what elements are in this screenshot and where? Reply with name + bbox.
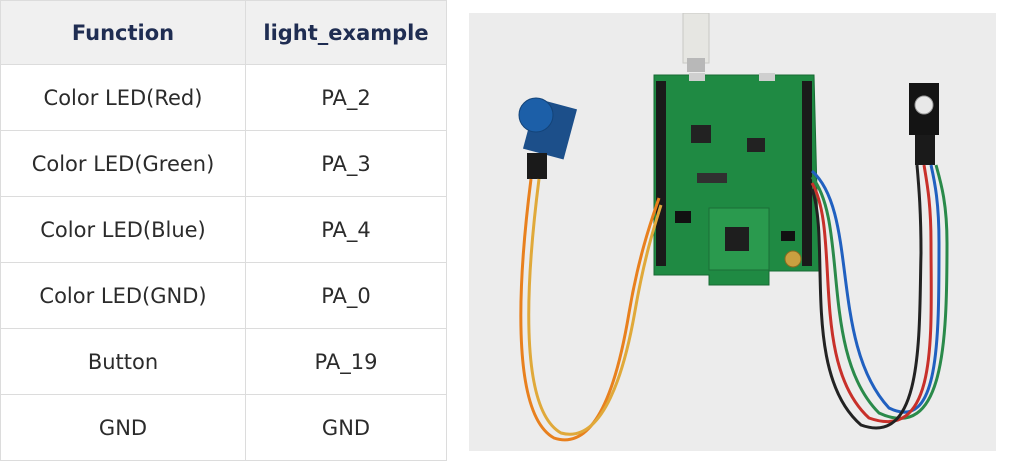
wire-orange xyxy=(519,178,661,442)
button-connector xyxy=(527,153,547,179)
wiring-photo xyxy=(469,13,996,451)
chip xyxy=(697,173,727,183)
pin-cell: PA_0 xyxy=(245,262,447,329)
jumper xyxy=(675,211,691,223)
rf-chip xyxy=(725,227,749,251)
rgb-led-module xyxy=(909,83,939,165)
function-cell: Color LED(GND) xyxy=(0,262,246,329)
function-cell: Color LED(Green) xyxy=(0,130,246,197)
pin-header-right xyxy=(802,81,812,266)
button-cap xyxy=(518,97,554,133)
function-cell: Color LED(Blue) xyxy=(0,196,246,263)
rgb-led-icon xyxy=(914,95,934,115)
function-cell: Button xyxy=(0,328,246,395)
wiring-illustration xyxy=(518,13,949,442)
pin-cell: PA_4 xyxy=(245,196,447,263)
table-row: Color LED(Green) PA_3 xyxy=(0,130,447,197)
chip xyxy=(691,125,711,143)
usb-plug xyxy=(687,58,705,72)
function-cell: GND xyxy=(0,394,246,461)
usb-cable xyxy=(682,13,710,64)
pin-cell: PA_2 xyxy=(245,64,447,131)
column-header-light-example: light_example xyxy=(245,0,447,65)
pin-cell: PA_3 xyxy=(245,130,447,197)
pin-cell: PA_19 xyxy=(245,328,447,395)
pin-cell: GND xyxy=(245,394,447,461)
usb-port-2 xyxy=(759,73,775,81)
antenna-connector xyxy=(784,250,802,268)
table-row: Color LED(Blue) PA_4 xyxy=(0,196,447,263)
usb-port-1 xyxy=(689,73,705,81)
function-cell: Color LED(Red) xyxy=(0,64,246,131)
chip xyxy=(747,138,765,152)
dev-board xyxy=(653,73,820,286)
led-connector xyxy=(915,135,935,165)
button-module xyxy=(518,97,578,179)
table-row: GND GND xyxy=(0,394,447,461)
wire-yellow xyxy=(527,178,663,436)
table-row: Button PA_19 xyxy=(0,328,447,395)
column-header-function: Function xyxy=(0,0,246,65)
table-row: Color LED(GND) PA_0 xyxy=(0,262,447,329)
jumper xyxy=(781,231,795,241)
table-row: Color LED(Red) PA_2 xyxy=(0,64,447,131)
pin-header-left xyxy=(656,81,666,266)
table-header-row: Function light_example xyxy=(0,0,447,65)
pin-mapping-table: Function light_example Color LED(Red) PA… xyxy=(0,0,447,461)
